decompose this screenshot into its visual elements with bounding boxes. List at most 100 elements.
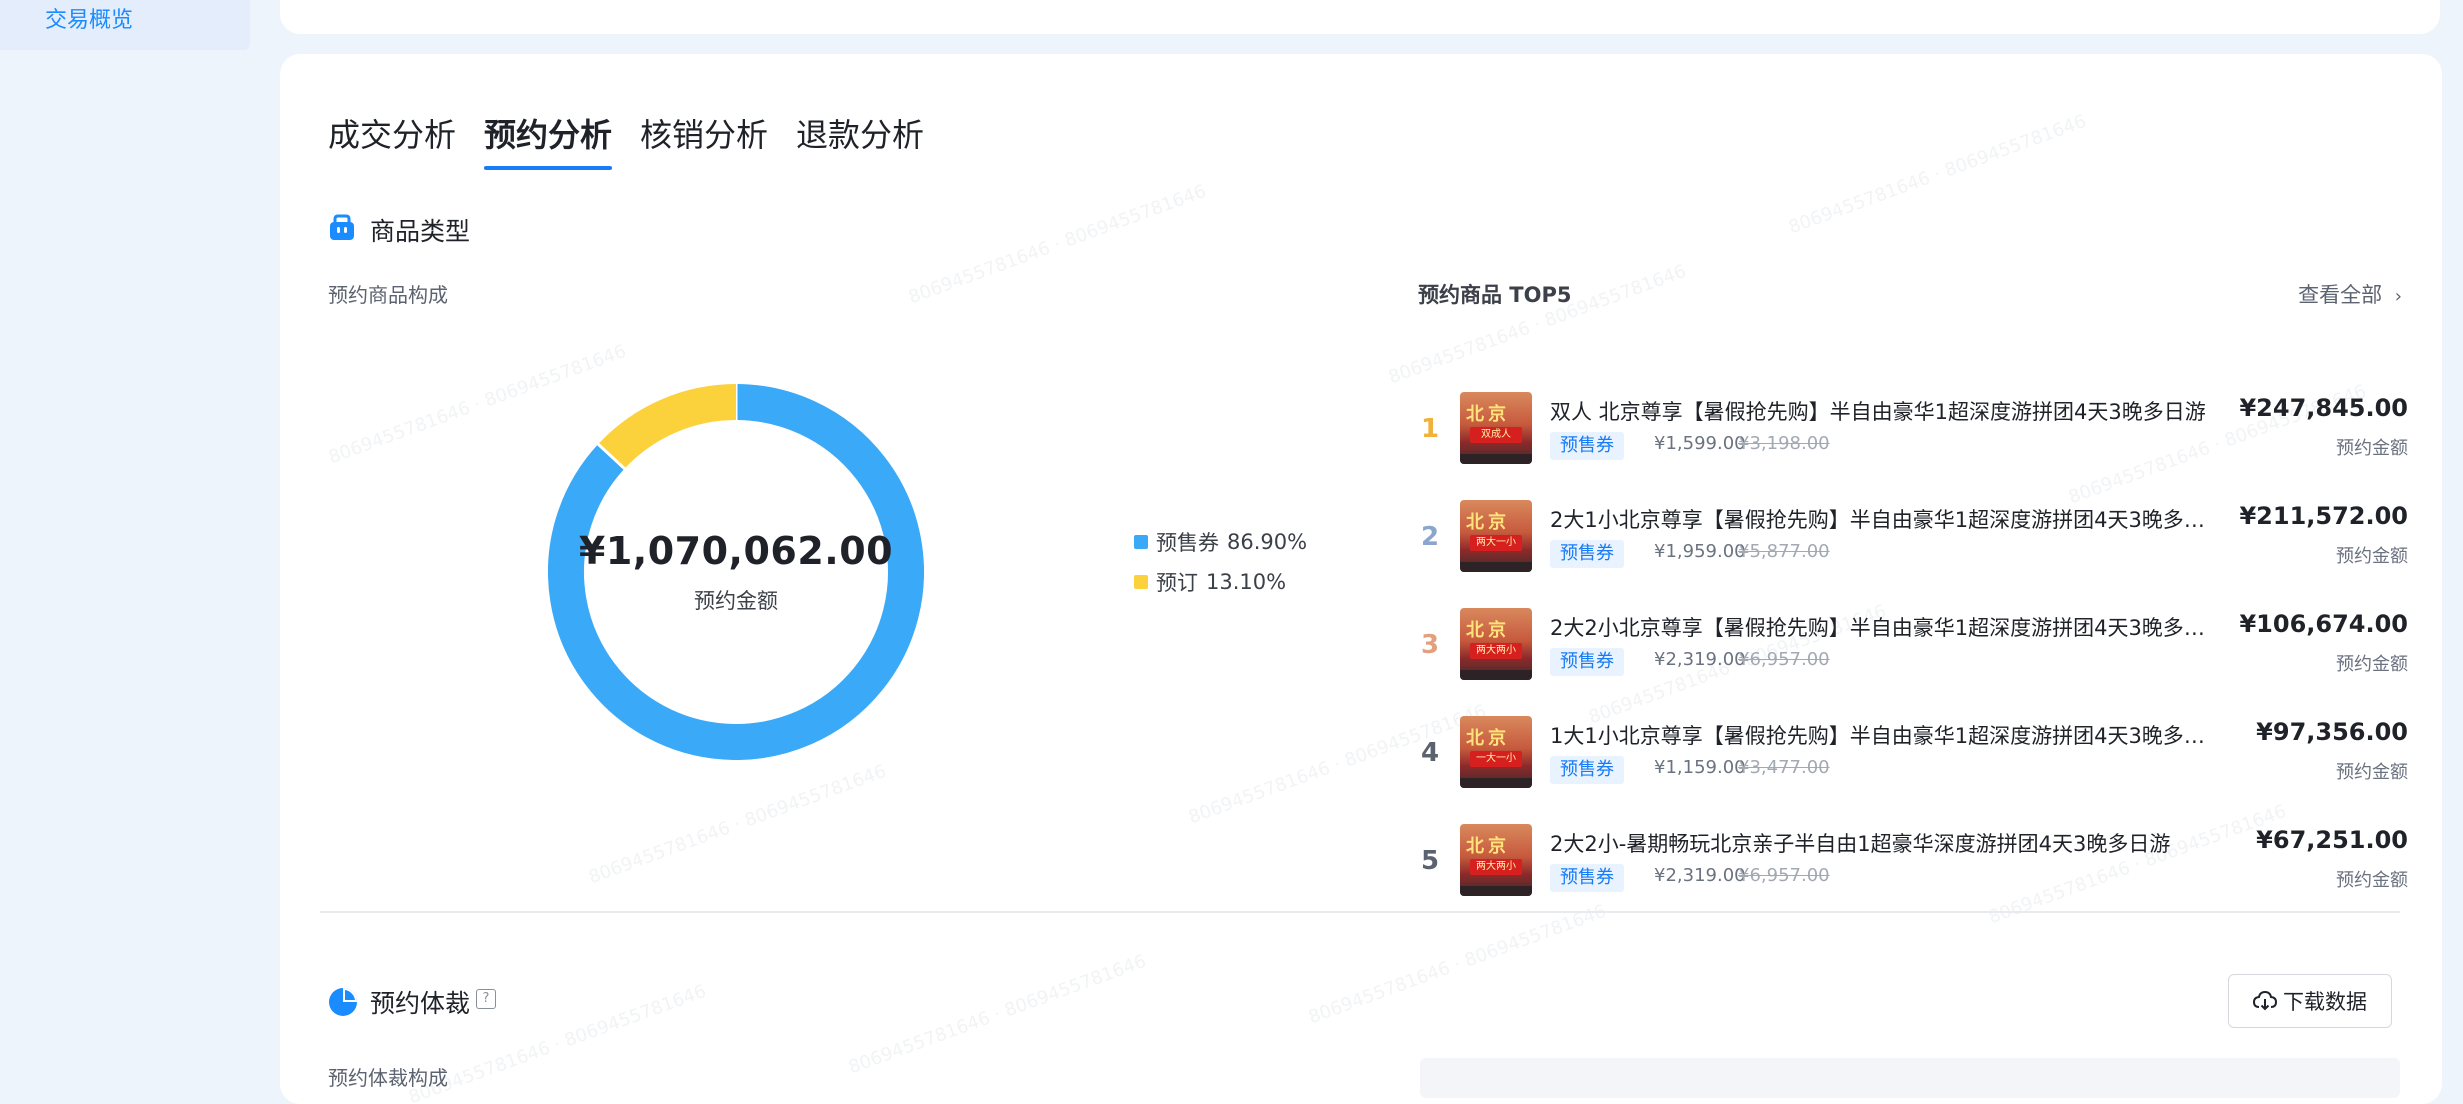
product-name[interactable]: 2大1小北京尊享【暑假抢先购】半自由豪华1超深度游拼团4天3晚多日游: [1550, 504, 2210, 534]
product-thumbnail: 北京一大一小: [1460, 716, 1532, 788]
coupon-badge: 预售券: [1550, 756, 1624, 784]
booking-amount: ¥211,572.00: [2239, 502, 2408, 530]
watermark: 8069455781646 · 8069455781646: [845, 950, 1150, 1079]
thumbnail-ground: [1460, 886, 1532, 896]
original-price: ¥6,957.00: [1738, 865, 1830, 886]
sale-price: ¥2,319.00: [1654, 865, 1746, 886]
product-thumbnail: 北京两大一小: [1460, 500, 1532, 572]
original-price: ¥3,477.00: [1738, 757, 1830, 778]
table-header: [1420, 1058, 2400, 1098]
thumbnail-ground: [1460, 454, 1532, 464]
legend-dot: [1134, 575, 1148, 589]
thumbnail-tag: 一大一小: [1470, 751, 1522, 767]
sidebar-item-label: 交易概览: [45, 8, 134, 33]
product-name[interactable]: 2大2小北京尊享【暑假抢先购】半自由豪华1超深度游拼团4天3晚多日游: [1550, 612, 2210, 642]
basket-icon: [330, 214, 354, 240]
booking-amount-label: 预约金额: [2336, 654, 2408, 675]
donut-total-label: 预约金额: [694, 589, 778, 613]
donut-chart: ¥1,070,062.00 预约金额: [548, 383, 924, 760]
section-title-product-type: 商品类型: [370, 217, 471, 246]
cloud-download-icon: [2253, 990, 2277, 1011]
top5-row[interactable]: 3 北京 两大两小 2大2小北京尊享【暑假抢先购】半自由豪华1超深度游拼团4天3晚多日…: [1418, 608, 2408, 698]
coupon-badge: 预售券: [1550, 864, 1624, 892]
rank-number: 2: [1420, 522, 1440, 552]
tab-refund-analysis[interactable]: 退款分析: [796, 110, 924, 156]
donut-center: ¥1,070,062.00 预约金额: [548, 384, 924, 760]
rank-number: 4: [1420, 738, 1440, 768]
thumbnail-ground: [1460, 562, 1532, 572]
product-name[interactable]: 双人 北京尊享【暑假抢先购】半自由豪华1超深度游拼团4天3晚多日游: [1550, 396, 2210, 426]
legend-percent: 13.10%: [1206, 570, 1287, 594]
download-label: 下载数据: [2283, 990, 2367, 1014]
coupon-badge: 预售券: [1550, 540, 1624, 568]
product-thumbnail: 北京双成人: [1460, 392, 1532, 464]
booking-amount: ¥247,845.00: [2239, 394, 2408, 422]
product-name[interactable]: 1大1小北京尊享【暑假抢先购】半自由豪华1超深度游拼团4天3晚多日游: [1550, 720, 2210, 750]
top5-row[interactable]: 4 北京一大一小 1大1小北京尊享【暑假抢先购】半自由豪华1超深度游拼团4天3晚多日…: [1418, 716, 2408, 806]
donut-total: ¥1,070,062.00: [578, 529, 894, 573]
thumbnail-tag: 双成人: [1470, 427, 1522, 443]
thumbnail-ground: [1460, 778, 1532, 788]
thumbnail-title: 北京: [1466, 728, 1510, 749]
help-icon[interactable]: ?: [476, 989, 496, 1009]
thumbnail-tag: 两大两小: [1470, 643, 1522, 659]
download-data-button[interactable]: 下载数据: [2228, 974, 2392, 1028]
tab-deal-analysis[interactable]: 成交分析: [328, 110, 456, 156]
chevron-right-icon: ›: [2394, 286, 2402, 307]
legend-dot: [1134, 535, 1148, 549]
section-divider: [320, 911, 2400, 913]
top5-row[interactable]: 2 北京两大一小 2大1小北京尊享【暑假抢先购】半自由豪华1超深度游拼团4天3晚多日…: [1418, 500, 2408, 590]
pie-chart-icon: [329, 988, 357, 1016]
sidebar-item-trade-overview[interactable]: 交易概览: [0, 0, 250, 50]
legend-percent: 86.90%: [1227, 530, 1308, 554]
product-thumbnail: 北京 两大两小: [1460, 608, 1532, 680]
booking-amount: ¥67,251.00: [2256, 826, 2408, 854]
top5-title: 预约商品 TOP5: [1418, 283, 1572, 307]
product-thumbnail: 北京两大两小: [1460, 824, 1532, 896]
thumbnail-title: 北京: [1466, 512, 1510, 533]
donut-legend: 预售券 86.90% 预订 13.10%: [1134, 522, 1307, 602]
product-name[interactable]: 2大2小-暑期畅玩北京亲子半自由1超豪华深度游拼团4天3晚多日游: [1550, 828, 2210, 858]
original-price: ¥6,957.00: [1738, 649, 1830, 670]
legend-item-reservation[interactable]: 预订 13.10%: [1134, 562, 1307, 602]
watermark: 8069455781646 · 8069455781646: [905, 180, 1210, 309]
legend-name: 预订: [1156, 571, 1198, 595]
main-card: 8069455781646 · 8069455781646 80694557816…: [280, 54, 2442, 1104]
view-all-label: 查看全部: [2298, 283, 2383, 307]
rank-number: 5: [1420, 846, 1440, 876]
booking-amount-label: 预约金额: [2336, 438, 2408, 459]
top5-row[interactable]: 5 北京 两大两小 2大2小-暑期畅玩北京亲子半自由1超豪华深度游拼团4天3晚多日游预…: [1418, 824, 2408, 914]
coupon-badge: 预售券: [1550, 648, 1624, 676]
thumbnail-tag: 两大两小: [1470, 859, 1522, 875]
booking-amount: ¥106,674.00: [2239, 610, 2408, 638]
legend-item-presale[interactable]: 预售券 86.90%: [1134, 522, 1307, 562]
sale-price: ¥2,319.00: [1654, 649, 1746, 670]
booking-body-composition-label: 预约体裁构成: [328, 1066, 448, 1090]
thumbnail-tag: 两大一小: [1470, 535, 1522, 551]
view-all-link[interactable]: 查看全部 ›: [2298, 279, 2402, 309]
booking-amount-label: 预约金额: [2336, 762, 2408, 783]
original-price: ¥3,198.00: [1738, 433, 1830, 454]
sale-price: ¥1,959.00: [1654, 541, 1746, 562]
legend-name: 预售券: [1156, 531, 1219, 555]
sidebar: 交易概览: [0, 0, 250, 1078]
tab-verification-analysis[interactable]: 核销分析: [640, 110, 768, 156]
top5-row[interactable]: 1 北京 双成人 双人 北京尊享【暑假抢先购】半自由豪华1超深度游拼团4天3晚多日游预…: [1418, 392, 2408, 482]
tab-booking-analysis[interactable]: 预约分析: [484, 110, 613, 170]
coupon-badge: 预售券: [1550, 432, 1624, 460]
section-title-booking-body: 预约体裁: [370, 989, 471, 1018]
composition-label: 预约商品构成: [328, 283, 448, 307]
rank-number: 1: [1420, 414, 1440, 444]
sale-price: ¥1,159.00: [1654, 757, 1746, 778]
watermark: 8069455781646 · 8069455781646: [1785, 110, 2090, 239]
booking-amount-label: 预约金额: [2336, 546, 2408, 567]
booking-amount: ¥97,356.00: [2256, 718, 2408, 746]
thumbnail-ground: [1460, 670, 1532, 680]
sale-price: ¥1,599.00: [1654, 433, 1746, 454]
booking-amount-label: 预约金额: [2336, 870, 2408, 891]
thumbnail-title: 北京: [1466, 836, 1510, 857]
watermark: 8069455781646 · 8069455781646: [1305, 900, 1610, 1029]
thumbnail-title: 北京: [1466, 404, 1510, 425]
rank-number: 3: [1420, 630, 1440, 660]
original-price: ¥5,877.00: [1738, 541, 1830, 562]
